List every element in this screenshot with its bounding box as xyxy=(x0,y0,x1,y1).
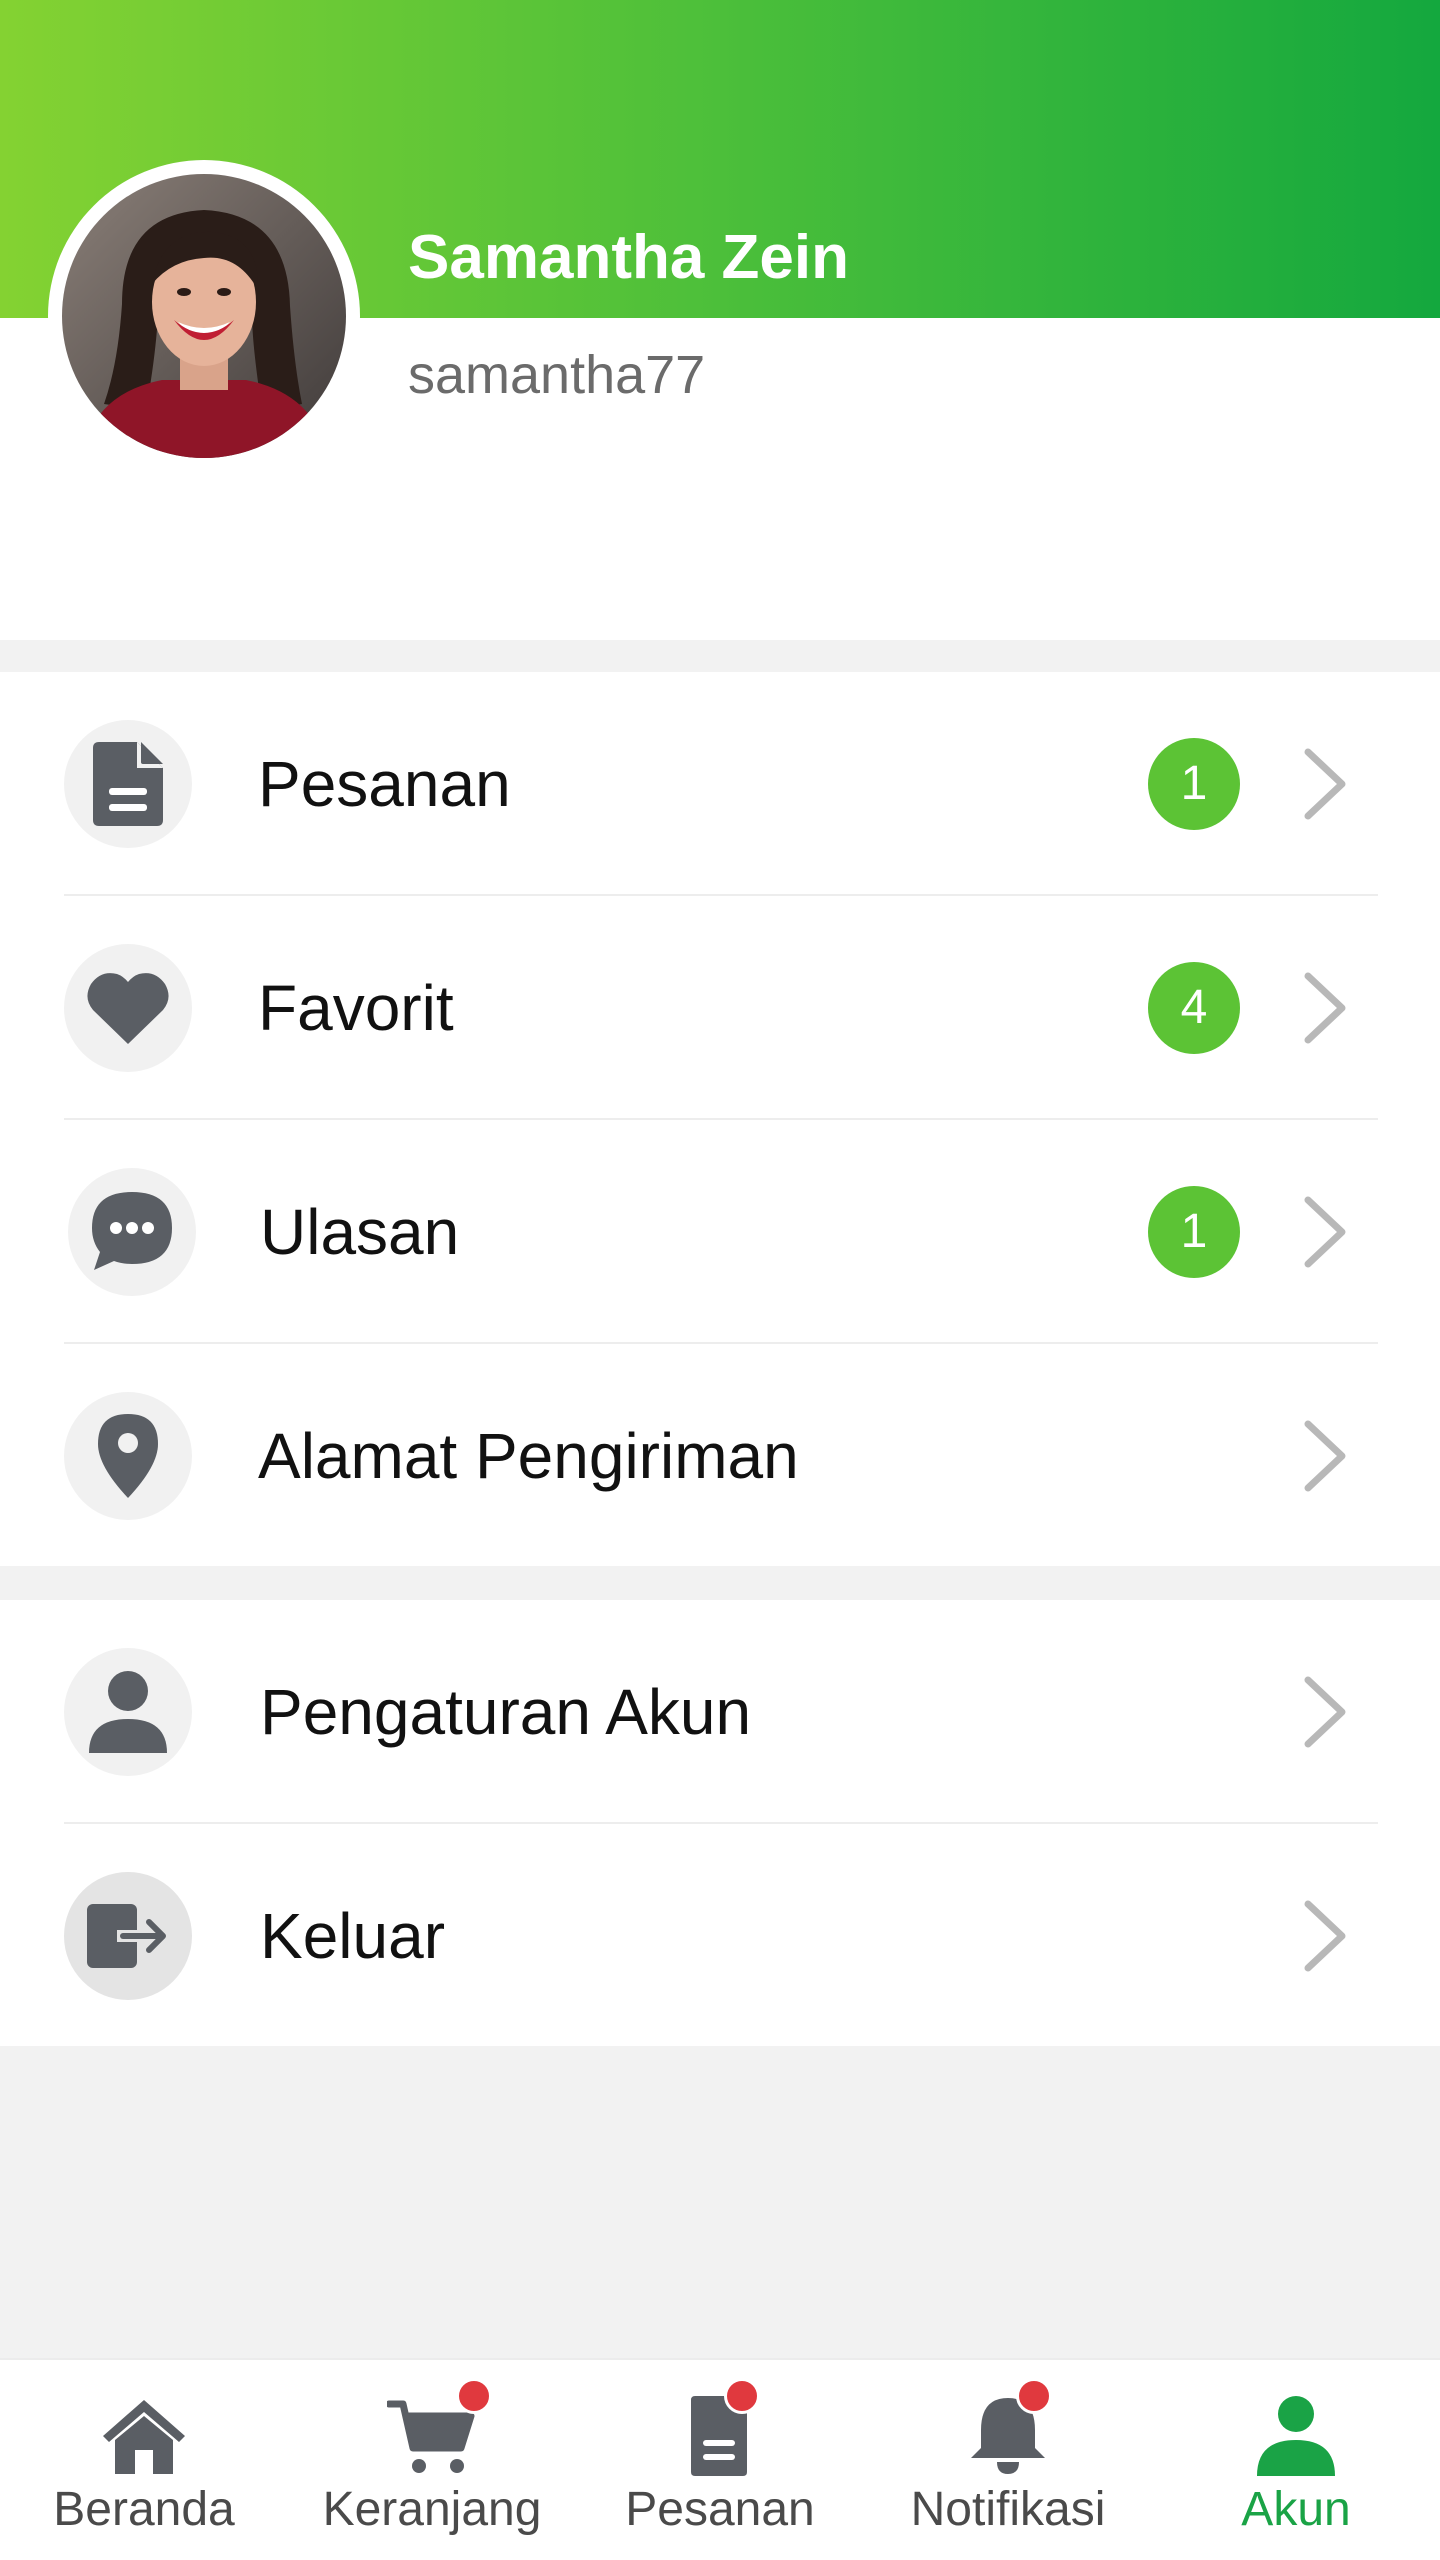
nav-label: Keranjang xyxy=(322,2483,542,2536)
chevron-right-icon xyxy=(1304,1900,1346,1972)
logout-icon xyxy=(64,1872,192,2000)
nav-item-beranda[interactable]: Beranda xyxy=(0,2360,288,2560)
nav-item-akun[interactable]: Akun xyxy=(1152,2360,1440,2560)
menu-item-keluar[interactable]: Keluar xyxy=(0,1824,1440,2048)
profile-username: samantha77 xyxy=(408,345,706,405)
menu-group-account: Pengaturan Akun Keluar xyxy=(0,1600,1440,2046)
count-badge: 4 xyxy=(1148,962,1240,1054)
nav-item-keranjang[interactable]: Keranjang xyxy=(288,2360,576,2560)
home-icon xyxy=(103,2400,185,2474)
nav-label: Beranda xyxy=(53,2483,235,2536)
menu-item-alamat-pengiriman[interactable]: Alamat Pengiriman xyxy=(0,1344,1440,1568)
chevron-right-icon xyxy=(1304,1676,1346,1748)
count-badge: 1 xyxy=(1148,1186,1240,1278)
menu-item-ulasan[interactable]: Ulasan 1 xyxy=(0,1120,1440,1344)
menu-item-label: Pesanan xyxy=(258,748,511,820)
chevron-right-icon xyxy=(1304,748,1346,820)
menu-item-label: Keluar xyxy=(260,1900,445,1972)
notification-dot xyxy=(456,2378,492,2414)
bottom-navigation-bar: Beranda Keranjang Pesanan Notifikasi Aku… xyxy=(0,2358,1440,2560)
menu-item-label: Favorit xyxy=(258,972,454,1044)
nav-label: Pesanan xyxy=(625,2483,815,2536)
notification-dot xyxy=(724,2378,760,2414)
account-icon xyxy=(1257,2396,1335,2476)
person-icon xyxy=(64,1648,192,1776)
menu-item-label: Ulasan xyxy=(260,1196,460,1268)
menu-group-activity: Pesanan 1 Favorit 4 Ulasan 1 Alamat Peng… xyxy=(0,672,1440,1566)
nav-label: Akun xyxy=(1241,2483,1351,2536)
menu-item-label: Alamat Pengiriman xyxy=(258,1420,799,1492)
avatar[interactable] xyxy=(48,160,360,472)
menu-item-pesanan[interactable]: Pesanan 1 xyxy=(0,672,1440,896)
menu-item-favorit[interactable]: Favorit 4 xyxy=(0,896,1440,1120)
avatar-photo xyxy=(62,174,346,458)
chat-bubble-icon xyxy=(68,1168,196,1296)
menu-item-label: Pengaturan Akun xyxy=(260,1676,752,1748)
nav-item-pesanan[interactable]: Pesanan xyxy=(576,2360,864,2560)
document-icon xyxy=(64,720,192,848)
location-pin-icon xyxy=(64,1392,192,1520)
nav-label: Notifikasi xyxy=(910,2483,1106,2536)
notification-dot xyxy=(1016,2378,1052,2414)
chevron-right-icon xyxy=(1304,1420,1346,1492)
count-badge: 1 xyxy=(1148,738,1240,830)
chevron-right-icon xyxy=(1304,1196,1346,1268)
heart-icon xyxy=(64,944,192,1072)
profile-name: Samantha Zein xyxy=(408,223,849,292)
nav-item-notifikasi[interactable]: Notifikasi xyxy=(864,2360,1152,2560)
chevron-right-icon xyxy=(1304,972,1346,1044)
menu-item-pengaturan-akun[interactable]: Pengaturan Akun xyxy=(0,1600,1440,1824)
